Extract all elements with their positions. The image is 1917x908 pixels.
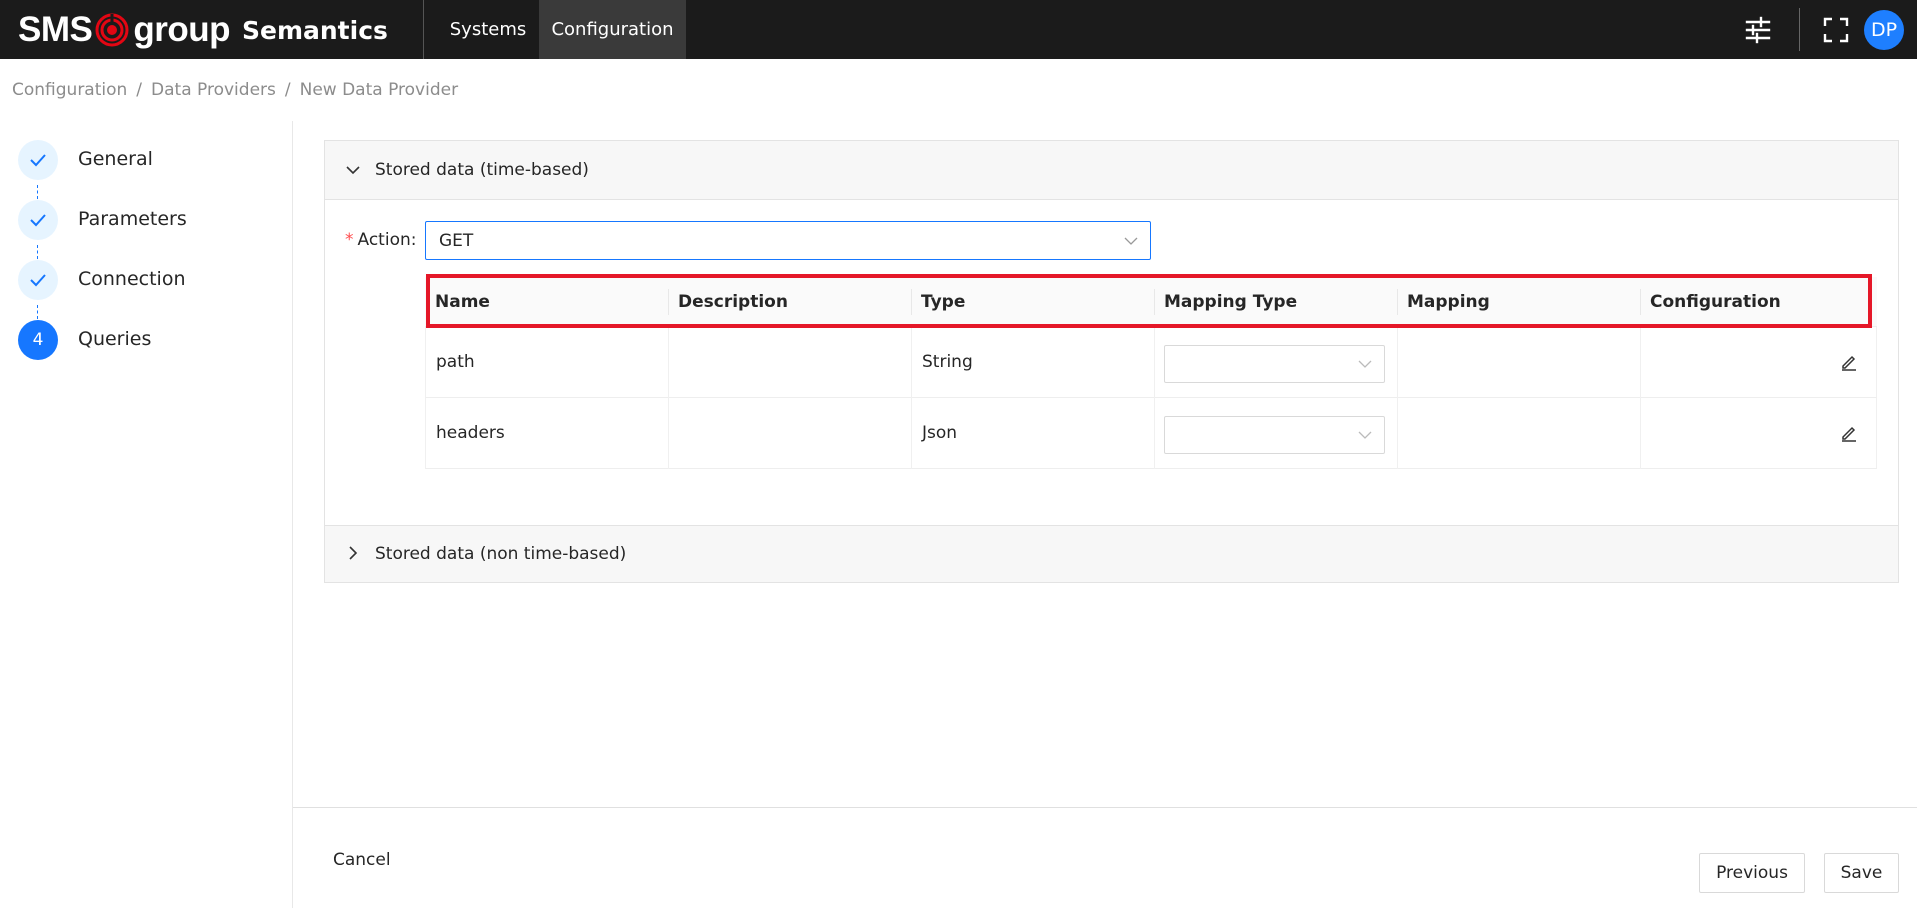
save-button[interactable]: Save [1824, 853, 1899, 893]
chevron-down-icon [346, 166, 360, 175]
step-label: General [78, 148, 153, 170]
cell-divider [1154, 398, 1155, 469]
panel-title: Stored data (non time-based) [375, 544, 627, 564]
column-header-description: Description [678, 292, 788, 312]
top-bar: SMS group Semantics Systems Configuratio… [0, 0, 1917, 59]
sidebar-divider [292, 121, 293, 908]
cell-type: Json [922, 423, 958, 443]
brand-group-text: group [133, 10, 230, 49]
panel-title: Stored data (time-based) [375, 160, 589, 180]
column-header-configuration: Configuration [1650, 292, 1781, 312]
fullscreen-icon[interactable] [1822, 16, 1850, 44]
table-row: path String [425, 327, 1877, 398]
breadcrumb-item-data-providers[interactable]: Data Providers [151, 80, 276, 100]
brand-logo[interactable]: SMS group Semantics [18, 10, 388, 50]
sms-swirl-logo-icon [95, 13, 129, 47]
footer-divider [293, 807, 1917, 808]
column-header-mapping: Mapping [1407, 292, 1490, 312]
edit-pencil-icon[interactable] [1839, 423, 1859, 443]
chevron-down-icon [1358, 360, 1372, 368]
panel-header-non-time-based[interactable]: Stored data (non time-based) [325, 526, 1898, 582]
brand-sms-text: SMS [18, 10, 93, 49]
cell-divider [1154, 327, 1155, 398]
cell-name: headers [436, 423, 505, 443]
cell-name: path [436, 352, 475, 372]
chevron-down-icon [1358, 431, 1372, 439]
topbar-divider [423, 0, 424, 59]
check-icon [30, 214, 46, 227]
cell-mapping [1398, 398, 1408, 469]
step-connector [37, 185, 38, 199]
table-header: Name Description Type Mapping Type Mappi… [425, 277, 1877, 327]
check-icon [30, 274, 46, 287]
topbar-divider-right [1799, 8, 1800, 51]
table-row: headers Json [425, 398, 1877, 469]
nav-tab-configuration[interactable]: Configuration [539, 0, 686, 59]
cancel-button[interactable]: Cancel [333, 850, 391, 870]
cell-divider [1640, 398, 1641, 469]
settings-sliders-icon[interactable] [1744, 16, 1772, 44]
panel-stored-data-non-time-based: Stored data (non time-based) [324, 525, 1899, 583]
cell-description [669, 327, 679, 398]
mapping-type-select[interactable] [1164, 345, 1385, 383]
product-name: Semantics [242, 15, 388, 45]
action-select[interactable]: GET [425, 221, 1151, 260]
breadcrumb-separator: / [136, 80, 143, 100]
action-label: * Action: [345, 230, 417, 250]
parameters-table: Name Description Type Mapping Type Mappi… [425, 277, 1877, 469]
panel-header-time-based[interactable]: Stored data (time-based) [325, 141, 1898, 200]
cell-description [669, 398, 679, 469]
action-select-value: GET [439, 231, 474, 251]
cell-type: String [922, 352, 973, 372]
step-active-circle: 4 [18, 320, 58, 360]
step-done-circle [18, 140, 58, 180]
step-label: Parameters [78, 208, 187, 230]
cell-divider [1640, 327, 1641, 398]
breadcrumb-item-configuration[interactable]: Configuration [12, 80, 127, 100]
step-done-circle [18, 200, 58, 240]
edit-pencil-icon[interactable] [1839, 352, 1859, 372]
breadcrumb-item-new-data-provider: New Data Provider [299, 80, 459, 100]
previous-button[interactable]: Previous [1699, 853, 1805, 893]
chevron-down-icon [1124, 237, 1138, 245]
cell-mapping [1398, 327, 1408, 398]
required-mark: * [345, 230, 354, 250]
step-label: Connection [78, 268, 186, 290]
chevron-right-icon [349, 546, 358, 560]
mapping-type-select[interactable] [1164, 416, 1385, 454]
column-header-type: Type [921, 292, 966, 312]
user-avatar[interactable]: DP [1864, 10, 1904, 50]
breadcrumb-separator: / [284, 80, 291, 100]
check-icon [30, 154, 46, 167]
step-connector [37, 245, 38, 259]
step-done-circle [18, 260, 58, 300]
column-header-name: Name [435, 292, 490, 312]
nav-tab-systems[interactable]: Systems [440, 0, 536, 59]
step-connector [37, 305, 38, 319]
breadcrumb: Configuration / Data Providers / New Data Pr… [12, 80, 458, 100]
column-header-mapping-type: Mapping Type [1164, 292, 1298, 312]
step-label: Queries [78, 328, 152, 350]
